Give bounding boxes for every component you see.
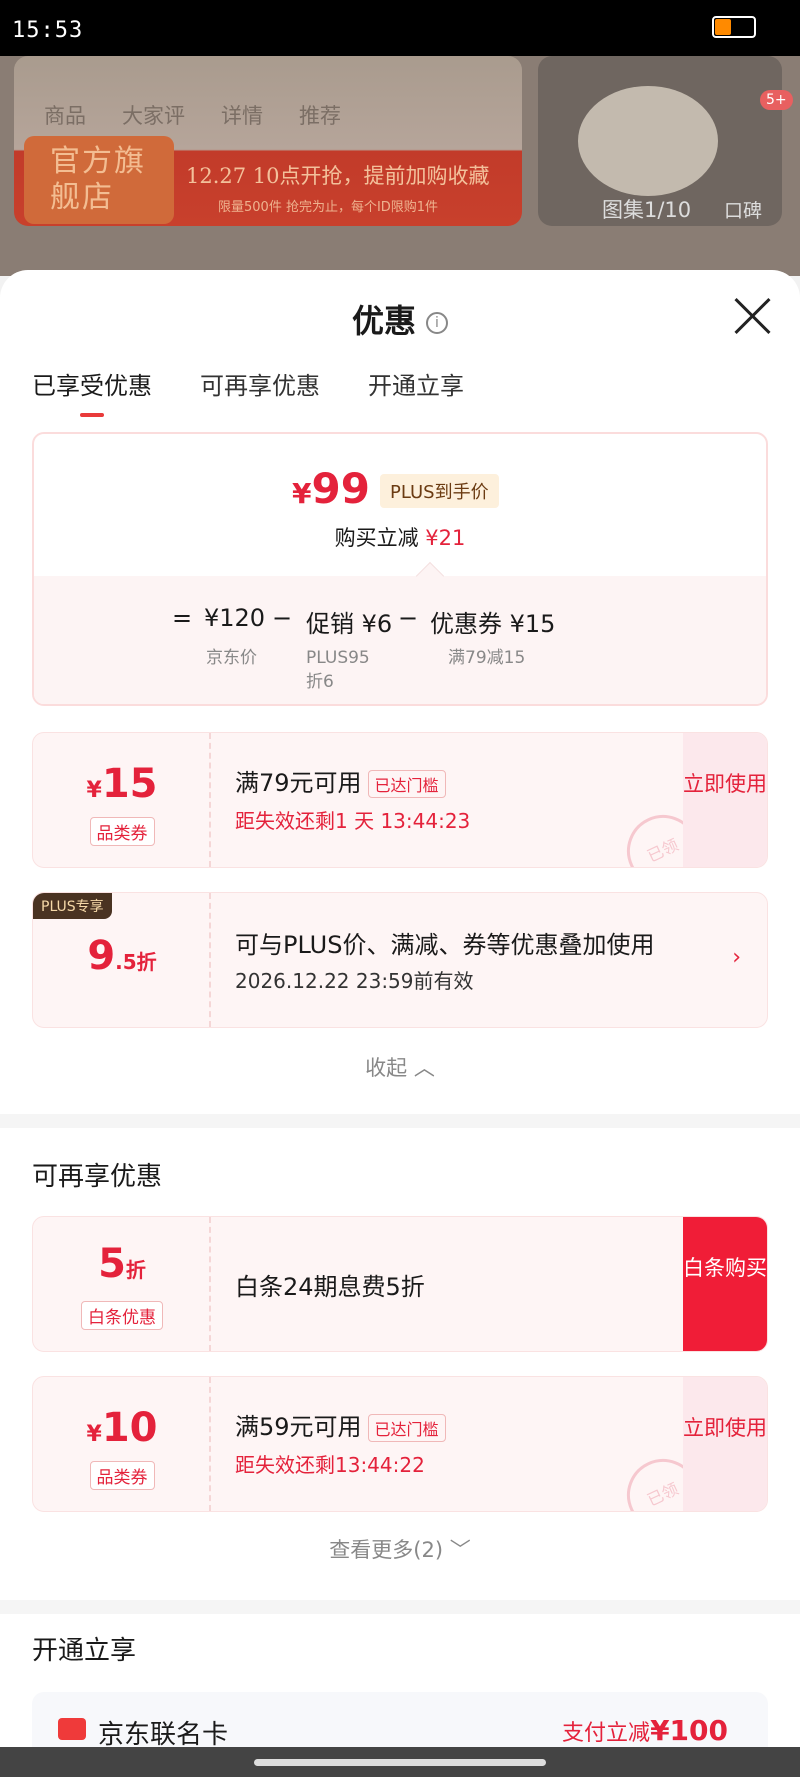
coupon-kind: 品类券 (33, 817, 211, 846)
background-banner: 官方旗舰店 商品 大家评 详情 推荐 12.27 10点开抢，提前加购收藏 限量… (14, 56, 522, 226)
close-button[interactable] (732, 296, 772, 336)
section-title-more-offers: 可再享优惠 (32, 1162, 163, 1192)
background-promo-line: 12.27 10点开抢，提前加购收藏 (186, 164, 490, 188)
coupon-discount-label: 满79减15 (448, 648, 526, 668)
co-brand-card-row[interactable]: 京东联名卡 支付立减¥100 (32, 1692, 768, 1747)
tab-label: 可再享优惠 (200, 372, 320, 400)
card-promo: 支付立减¥100 (562, 1714, 728, 1747)
coupon-discount: 优惠券 ¥15 (430, 610, 556, 638)
background-nav: 商品 大家评 详情 推荐 (44, 100, 341, 130)
home-indicator[interactable] (254, 1759, 546, 1766)
section-divider (0, 1114, 800, 1128)
equals-sign: = (172, 604, 193, 632)
use-now-button[interactable]: 立即使用 (683, 1377, 767, 1511)
tab-open-to-enjoy[interactable]: 开通立享 (368, 366, 464, 417)
reduction-label: 购买立减 (334, 526, 419, 550)
discount-sheet: 优惠 i 已享受优惠 可再享优惠 开通立享 ¥99 PLUS到手价 购买立减 ¥2… (0, 270, 800, 1747)
threshold-reached-badge: 已达门槛 (367, 770, 446, 798)
active-tab-indicator (80, 413, 104, 417)
base-price: ¥120 (204, 604, 266, 632)
discount-description: 可与PLUS价、满减、券等优惠叠加使用 (235, 931, 655, 959)
product-image (578, 86, 718, 196)
coupon-value: ¥15 (86, 761, 158, 807)
discount-rate: 5折 (98, 1241, 146, 1287)
baitiao-offer-card: 5折 白条优惠 白条24期息费5折 白条购买 (32, 1216, 768, 1352)
promo-discount-label: PLUS95折6 (306, 648, 370, 692)
sheet-title-row: 优惠 i (0, 296, 800, 342)
credit-card-icon (58, 1718, 86, 1740)
coupon-expiry: 距失效还剩13:44:22 (235, 1453, 425, 1477)
coupon-card: ¥10 品类券 满59元可用 已达门槛 距失效还剩13:44:22 已领 立即使用 (32, 1376, 768, 1512)
minus-sign: − (398, 604, 419, 632)
background-limit-line: 限量500件 抢完为止，每个ID限购1件 (218, 200, 439, 215)
coupon-condition: 满79元可用 已达门槛 (235, 763, 446, 798)
home-bar (0, 1747, 800, 1777)
background-gallery: 图集1/10 口碑 (538, 56, 782, 226)
store-badge-text: 官方旗舰店 (50, 144, 146, 215)
chevron-right-icon: › (732, 945, 741, 970)
threshold-reached-badge: 已达门槛 (367, 1414, 446, 1442)
tab-enjoyed[interactable]: 已享受优惠 (32, 366, 152, 417)
see-more-button[interactable]: 查看更多(2) ﹀ (0, 1534, 800, 1564)
section-divider (0, 1600, 800, 1614)
gallery-counter: 图集1/10 (602, 198, 692, 222)
coupon-condition: 满59元可用 已达门槛 (235, 1407, 446, 1442)
tab-label: 已享受优惠 (32, 372, 152, 400)
discount-validity: 2026.12.22 23:59前有效 (235, 969, 474, 993)
cart-count-badge: 5+ (760, 90, 793, 110)
tab-more-offers[interactable]: 可再享优惠 (200, 366, 320, 417)
plus-exclusive-tag: PLUS专享 (33, 893, 112, 919)
card-name: 京东联名卡 (98, 1720, 229, 1747)
gallery-tag: 口碑 (724, 200, 763, 222)
status-bar: 15:53 (0, 0, 800, 56)
coupon-value: ¥10 (86, 1405, 158, 1451)
price-summary-card: ¥99 PLUS到手价 购买立减 ¥21 = ¥120 − 促销 ¥6 − 优惠… (32, 432, 768, 706)
sheet-title: 优惠 (351, 302, 416, 340)
section-title-open: 开通立享 (32, 1636, 137, 1666)
total-reduction: 购买立减 ¥21 (34, 522, 766, 552)
reduction-value: ¥21 (425, 526, 466, 550)
baitiao-buy-button[interactable]: 白条购买 (683, 1217, 767, 1351)
use-now-button[interactable]: 立即使用 (683, 733, 767, 867)
status-time: 15:53 (12, 18, 84, 43)
collapse-button[interactable]: 收起 ︿ (0, 1052, 800, 1082)
discount-rate: 9.5折 (87, 933, 157, 979)
base-price-label: 京东价 (206, 648, 257, 668)
minus-sign: − (272, 604, 293, 632)
background-nav-item: 推荐 (299, 104, 341, 128)
offer-description: 白条24期息费5折 (235, 1273, 425, 1301)
price-breakdown-area (34, 576, 766, 704)
battery-icon (712, 16, 756, 38)
background-nav-item: 大家评 (122, 104, 185, 128)
discount-tabs: 已享受优惠 可再享优惠 开通立享 (32, 366, 464, 417)
coupon-card: ¥15 品类券 满79元可用 已达门槛 距失效还剩1 天 13:44:23 已领 … (32, 732, 768, 868)
final-price: ¥99 (292, 464, 370, 513)
promo-discount: 促销 ¥6 (306, 610, 393, 638)
background-nav-item: 商品 (44, 104, 86, 128)
background-nav-item: 详情 (221, 104, 263, 128)
info-icon[interactable]: i (426, 312, 448, 334)
plus-price-tag: PLUS到手价 (380, 474, 499, 508)
coupon-expiry: 距失效还剩1 天 13:44:23 (235, 809, 471, 833)
plus-discount-card[interactable]: PLUS专享 9.5折 可与PLUS价、满减、券等优惠叠加使用 2026.12.… (32, 892, 768, 1028)
coupon-kind: 品类券 (33, 1461, 211, 1490)
background-product-page: 官方旗舰店 商品 大家评 详情 推荐 12.27 10点开抢，提前加购收藏 限量… (0, 56, 800, 276)
coupon-kind: 白条优惠 (33, 1301, 211, 1330)
tab-label: 开通立享 (368, 372, 464, 400)
